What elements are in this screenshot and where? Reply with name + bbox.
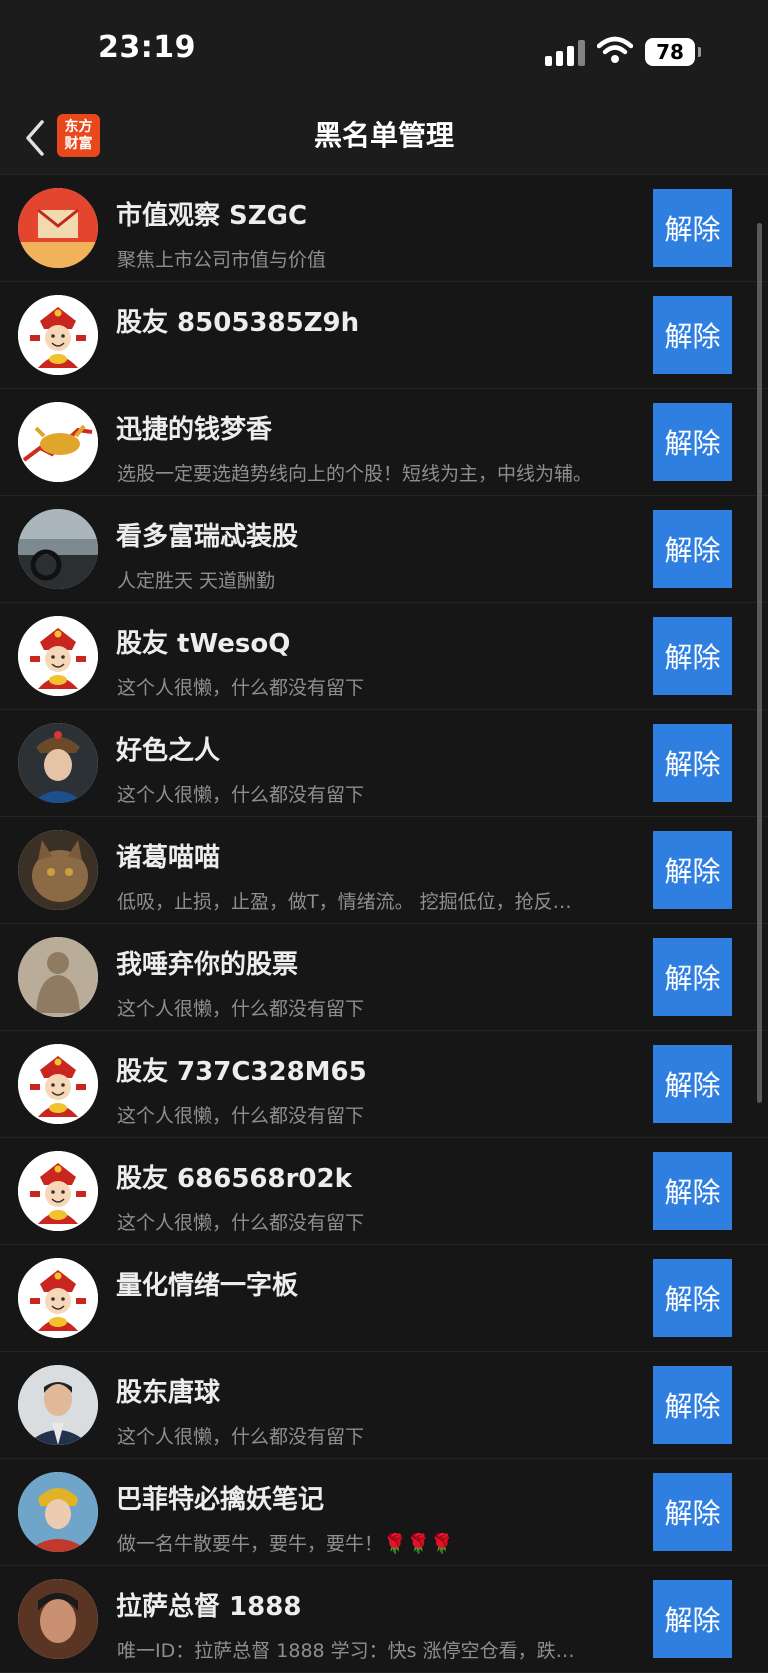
user-name[interactable]: 量化情绪一字板 (116, 1265, 636, 1302)
logo-text-line1: 东方 (64, 118, 93, 135)
user-bio: 这个人很懒，什么都没有留下 (117, 998, 365, 1020)
avatar[interactable] (18, 1258, 98, 1338)
avatar[interactable] (18, 509, 98, 589)
blacklist-row[interactable]: 拉萨总督 1888 唯一ID：拉萨总督 1888 学习：快s 涨停空仓看，跌… 解除 (0, 1566, 768, 1673)
blacklist-row[interactable]: 股东唐球这个人很懒，什么都没有留下 解除 (0, 1352, 768, 1459)
unblock-button[interactable]: 解除 (653, 938, 732, 1016)
unblock-button[interactable]: 解除 (653, 617, 732, 695)
blacklist-row[interactable]: 股友 8505385Z9h 解除 (0, 282, 768, 389)
user-bio: 唯一ID：拉萨总督 1888 学习：快s 涨停空仓看，跌… (117, 1640, 575, 1662)
user-name[interactable]: 好色之人 (116, 730, 636, 767)
user-name[interactable]: 巴菲特必擒妖笔记 (116, 1479, 636, 1516)
page-title: 黑名单管理 (313, 119, 454, 152)
blacklist-row[interactable]: 市值观察 SZGC 聚焦上市公司市值与价值 解除 (0, 175, 768, 282)
user-bio: 低吸，止损，止盈，做T，情绪流。 挖掘低位，抢反… (117, 891, 572, 913)
battery-icon: 78 (645, 38, 701, 66)
blacklist-row[interactable]: 看多富瑞忒装股人定胜天 天道酬勤 解除 (0, 496, 768, 603)
avatar[interactable] (18, 402, 98, 482)
user-name[interactable]: 我唾弃你的股票 (116, 944, 636, 981)
user-bio: 这个人很懒，什么都没有留下 (117, 677, 365, 699)
user-bio: 选股一定要选趋势线向上的个股！短线为主，中线为辅。 (117, 463, 593, 485)
avatar[interactable] (18, 1472, 98, 1552)
avatar[interactable] (18, 937, 98, 1017)
blacklist: 市值观察 SZGC 聚焦上市公司市值与价值 解除 股友 8505385Z9h 解除 迅捷的… (0, 175, 768, 1673)
unblock-button[interactable]: 解除 (653, 296, 732, 374)
user-bio: 这个人很懒，什么都没有留下 (117, 1212, 365, 1234)
unblock-button[interactable]: 解除 (653, 1473, 732, 1551)
avatar[interactable] (18, 1579, 98, 1659)
avatar[interactable] (18, 830, 98, 910)
avatar[interactable] (18, 188, 98, 268)
blacklist-row[interactable]: 股友 737C328M65 这个人很懒，什么都没有留下 解除 (0, 1031, 768, 1138)
avatar[interactable] (18, 616, 98, 696)
unblock-button[interactable]: 解除 (653, 1152, 732, 1230)
blacklist-row[interactable]: 股友 686568r02k 这个人很懒，什么都没有留下 解除 (0, 1138, 768, 1245)
blacklist-row[interactable]: 股友 tWesoQ 这个人很懒，什么都没有留下 解除 (0, 603, 768, 710)
status-bar: 23:19 78 (0, 0, 768, 100)
blacklist-row[interactable]: 巴菲特必擒妖笔记做一名牛散要牛，要牛，要牛！🌹🌹🌹 解除 (0, 1459, 768, 1566)
app-logo: 东方 财富 (57, 114, 100, 157)
unblock-button[interactable]: 解除 (653, 403, 732, 481)
user-bio: 这个人很懒，什么都没有留下 (117, 1105, 365, 1127)
unblock-button[interactable]: 解除 (653, 724, 732, 802)
user-bio: 这个人很懒，什么都没有留下 (117, 784, 365, 806)
logo-text-line2: 财富 (64, 135, 93, 152)
back-chevron-icon[interactable] (22, 118, 48, 158)
user-bio: 这个人很懒，什么都没有留下 (117, 1426, 365, 1448)
unblock-button[interactable]: 解除 (653, 189, 732, 267)
unblock-button[interactable]: 解除 (653, 510, 732, 588)
blacklist-row[interactable]: 量化情绪一字板 解除 (0, 1245, 768, 1352)
wifi-icon (597, 36, 633, 63)
avatar[interactable] (18, 1365, 98, 1445)
user-name[interactable]: 市值观察 SZGC (116, 195, 636, 232)
blacklist-row[interactable]: 迅捷的钱梦香选股一定要选趋势线向上的个股！短线为主，中线为辅。 解除 (0, 389, 768, 496)
user-name[interactable]: 迅捷的钱梦香 (116, 409, 636, 446)
avatar[interactable] (18, 723, 98, 803)
user-bio: 人定胜天 天道酬勤 (117, 570, 276, 592)
scrollbar[interactable] (757, 223, 762, 1103)
nav-bar: 黑名单管理 东方 财富 (0, 100, 768, 175)
unblock-button[interactable]: 解除 (653, 831, 732, 909)
blacklist-row[interactable]: 好色之人这个人很懒，什么都没有留下 解除 (0, 710, 768, 817)
user-bio: 做一名牛散要牛，要牛，要牛！🌹🌹🌹 (117, 1533, 454, 1555)
user-name[interactable]: 股友 tWesoQ (116, 623, 636, 660)
blacklist-row[interactable]: 诸葛喵喵低吸，止损，止盈，做T，情绪流。 挖掘低位，抢反… 解除 (0, 817, 768, 924)
unblock-button[interactable]: 解除 (653, 1259, 732, 1337)
user-name[interactable]: 看多富瑞忒装股 (116, 516, 636, 553)
user-name[interactable]: 股友 8505385Z9h (116, 302, 636, 339)
cellular-signal-icon (545, 38, 585, 66)
user-name[interactable]: 拉萨总督 1888 (116, 1586, 636, 1623)
unblock-button[interactable]: 解除 (653, 1045, 732, 1123)
avatar[interactable] (18, 1044, 98, 1124)
unblock-button[interactable]: 解除 (653, 1580, 732, 1658)
user-name[interactable]: 股东唐球 (116, 1372, 636, 1409)
unblock-button[interactable]: 解除 (653, 1366, 732, 1444)
user-bio: 聚焦上市公司市值与价值 (117, 249, 327, 271)
user-name[interactable]: 诸葛喵喵 (116, 837, 636, 874)
status-time: 23:19 (98, 30, 196, 65)
user-name[interactable]: 股友 737C328M65 (116, 1051, 636, 1088)
user-name[interactable]: 股友 686568r02k (116, 1158, 636, 1195)
avatar[interactable] (18, 1151, 98, 1231)
blacklist-row[interactable]: 我唾弃你的股票这个人很懒，什么都没有留下 解除 (0, 924, 768, 1031)
avatar[interactable] (18, 295, 98, 375)
